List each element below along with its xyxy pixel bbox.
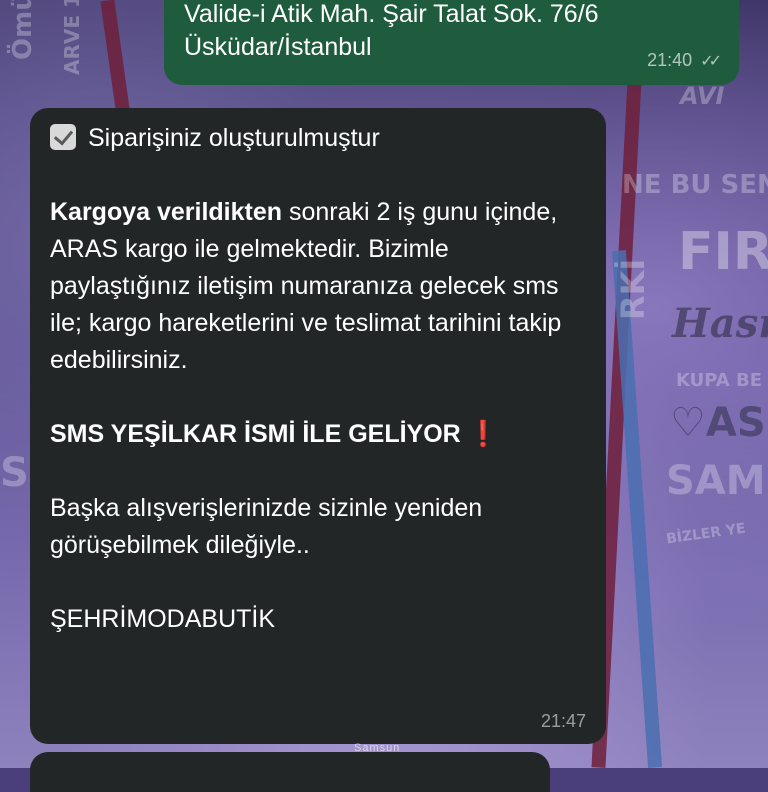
order-created-text: Siparişiniz oluşturulmuştur bbox=[88, 124, 380, 152]
closing-paragraph: Başka alışverişlerinizde sizinle yeniden… bbox=[50, 494, 483, 559]
checkbox-checked-icon bbox=[50, 124, 76, 150]
outgoing-message-line: Üsküdar/İstanbul bbox=[184, 33, 372, 61]
signature: ŞEHRİMODABUTİK bbox=[50, 605, 276, 633]
incoming-message-time: 21:47 bbox=[540, 711, 586, 731]
wallpaper-text: SAMİ bbox=[666, 458, 768, 504]
wallpaper-text: Hasr bbox=[672, 300, 768, 347]
outgoing-message-meta: 21:40 ✓✓ bbox=[647, 50, 722, 71]
wallpaper-text: NE BU SEN bbox=[622, 170, 768, 200]
sms-notice-text: SMS YEŞİLKAR İSMİ İLE GELİYOR bbox=[50, 420, 461, 448]
sms-notice: SMS YEŞİLKAR İSMİ İLE GELİYOR ❗ bbox=[50, 416, 586, 453]
wallpaper-text: RKİ bbox=[614, 258, 652, 320]
wallpaper-ribbon bbox=[611, 250, 663, 768]
double-check-icon: ✓✓ bbox=[700, 52, 722, 70]
wallpaper-text: FIR bbox=[678, 222, 768, 282]
next-message-bubble[interactable] bbox=[30, 752, 550, 792]
outgoing-message-line: Valide-i Atik Mah. Şair Talat Sok. 76/6 bbox=[184, 0, 599, 28]
wallpaper-text: ♡AS bbox=[670, 400, 766, 446]
wallpaper-ribbon bbox=[100, 0, 130, 111]
wallpaper-text: BİZLER YE bbox=[665, 520, 747, 548]
wallpaper-text: Ömür Bo bbox=[8, 0, 38, 60]
order-created-header: Siparişiniz oluşturulmuştur bbox=[50, 120, 586, 157]
wallpaper-text: KUPA BE bbox=[676, 370, 763, 391]
outgoing-message-time: 21:40 bbox=[647, 50, 693, 70]
shipping-paragraph-bold: Kargoya verildikten bbox=[50, 198, 283, 226]
incoming-message-bubble[interactable]: Siparişiniz oluşturulmuştur Kargoya veri… bbox=[30, 108, 606, 744]
shipping-paragraph: Kargoya verildikten sonraki 2 iş gunu iç… bbox=[50, 194, 586, 379]
exclamation-icon: ❗ bbox=[467, 420, 499, 448]
outgoing-message-bubble[interactable]: Valide-i Atik Mah. Şair Talat Sok. 76/6 … bbox=[164, 0, 739, 85]
wallpaper-text: ARVE 19 bbox=[60, 0, 84, 75]
wallpaper-text: AVİ bbox=[680, 82, 725, 110]
